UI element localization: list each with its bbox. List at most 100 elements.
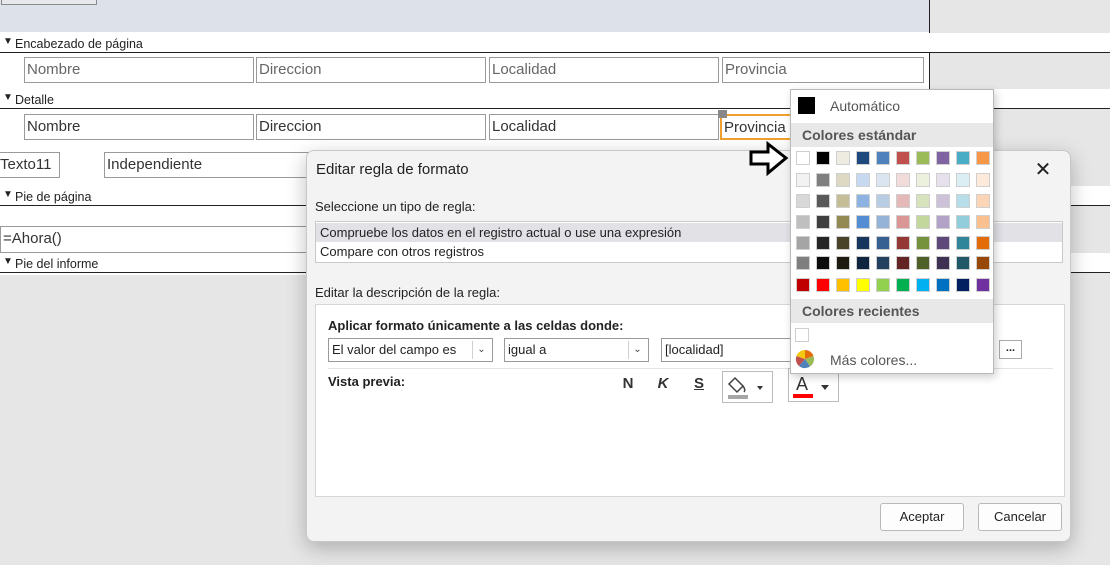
color-swatch[interactable]	[796, 194, 810, 208]
color-swatch[interactable]	[796, 256, 810, 270]
report-header-control[interactable]	[1, 0, 97, 5]
texto11-label[interactable]: Texto11	[0, 152, 60, 178]
standard-color-swatch[interactable]	[796, 278, 810, 292]
header-field-direccion[interactable]: Direccion	[256, 57, 486, 83]
detail-field-provincia-selected[interactable]: Provincia	[720, 114, 795, 140]
color-swatch[interactable]	[936, 173, 950, 187]
color-swatch[interactable]	[916, 151, 930, 165]
standard-color-swatch[interactable]	[896, 278, 910, 292]
color-swatch[interactable]	[836, 173, 850, 187]
color-swatch[interactable]	[836, 194, 850, 208]
color-swatch[interactable]	[856, 173, 870, 187]
color-swatch[interactable]	[956, 215, 970, 229]
more-colors-option[interactable]: Más colores...	[830, 352, 917, 368]
color-swatch[interactable]	[916, 215, 930, 229]
color-swatch[interactable]	[896, 151, 910, 165]
underline-button[interactable]: S	[690, 375, 708, 392]
color-swatch[interactable]	[876, 194, 890, 208]
standard-color-swatch[interactable]	[976, 278, 990, 292]
color-swatch[interactable]	[876, 215, 890, 229]
color-swatch[interactable]	[816, 173, 830, 187]
color-swatch[interactable]	[956, 173, 970, 187]
header-field-provincia[interactable]: Provincia	[722, 57, 924, 83]
color-swatch[interactable]	[896, 256, 910, 270]
color-swatch[interactable]	[836, 236, 850, 250]
detail-field-localidad[interactable]: Localidad	[489, 114, 719, 140]
condition-value-input[interactable]: [localidad]	[661, 338, 801, 362]
italic-button[interactable]: K	[654, 375, 672, 392]
color-swatch[interactable]	[896, 194, 910, 208]
color-swatch[interactable]	[976, 236, 990, 250]
color-swatch[interactable]	[876, 151, 890, 165]
condition-field-select[interactable]: El valor del campo es ⌄	[328, 338, 493, 362]
color-swatch[interactable]	[916, 173, 930, 187]
color-swatch[interactable]	[916, 256, 930, 270]
color-swatch[interactable]	[856, 215, 870, 229]
color-swatch[interactable]	[956, 236, 970, 250]
color-swatch[interactable]	[916, 194, 930, 208]
standard-color-swatch[interactable]	[936, 278, 950, 292]
color-swatch[interactable]	[876, 173, 890, 187]
color-swatch[interactable]	[796, 236, 810, 250]
color-swatch[interactable]	[956, 194, 970, 208]
color-swatch[interactable]	[916, 236, 930, 250]
color-swatch[interactable]	[896, 173, 910, 187]
now-expression-field[interactable]: =Ahora()	[0, 226, 310, 253]
color-swatch[interactable]	[896, 215, 910, 229]
standard-color-swatch[interactable]	[816, 278, 830, 292]
color-swatch[interactable]	[976, 173, 990, 187]
automatic-color-option[interactable]: Automático	[830, 98, 900, 114]
detail-field-nombre[interactable]: Nombre	[24, 114, 254, 140]
color-swatch[interactable]	[796, 173, 810, 187]
color-swatch[interactable]	[856, 256, 870, 270]
standard-color-swatch[interactable]	[836, 278, 850, 292]
expression-builder-button[interactable]: ...	[999, 340, 1022, 359]
color-swatch[interactable]	[816, 194, 830, 208]
color-swatch[interactable]	[856, 151, 870, 165]
color-swatch[interactable]	[836, 151, 850, 165]
standard-color-swatch[interactable]	[876, 278, 890, 292]
header-field-nombre[interactable]: Nombre	[24, 57, 254, 83]
color-swatch[interactable]	[836, 215, 850, 229]
bold-button[interactable]: N	[619, 375, 637, 392]
color-swatch[interactable]	[936, 256, 950, 270]
color-swatch[interactable]	[976, 256, 990, 270]
close-icon[interactable]: ✕	[1026, 157, 1060, 183]
color-swatch[interactable]	[856, 194, 870, 208]
color-swatch[interactable]	[976, 194, 990, 208]
color-swatch[interactable]	[936, 236, 950, 250]
color-swatch[interactable]	[956, 151, 970, 165]
standard-color-swatch[interactable]	[956, 278, 970, 292]
color-swatch[interactable]	[816, 256, 830, 270]
selection-handle[interactable]	[718, 110, 727, 118]
color-swatch[interactable]	[796, 215, 810, 229]
recent-color-swatch[interactable]	[795, 328, 809, 342]
condition-operator-select[interactable]: igual a ⌄	[504, 338, 649, 362]
header-field-localidad[interactable]: Localidad	[489, 57, 719, 83]
color-swatch[interactable]	[816, 236, 830, 250]
color-swatch[interactable]	[836, 256, 850, 270]
color-swatch[interactable]	[796, 151, 810, 165]
automatic-color-swatch[interactable]	[798, 97, 815, 114]
fill-color-button[interactable]	[722, 371, 773, 403]
accept-button[interactable]: Aceptar	[880, 503, 964, 531]
color-swatch[interactable]	[936, 215, 950, 229]
color-swatch[interactable]	[876, 236, 890, 250]
color-swatch[interactable]	[936, 194, 950, 208]
chevron-down-icon[interactable]: ⌄	[628, 341, 646, 359]
chevron-down-icon[interactable]: ⌄	[472, 341, 490, 359]
color-swatch[interactable]	[936, 151, 950, 165]
color-swatch[interactable]	[956, 256, 970, 270]
color-swatch[interactable]	[976, 151, 990, 165]
color-swatch[interactable]	[816, 215, 830, 229]
cancel-button[interactable]: Cancelar	[978, 503, 1062, 531]
detail-field-direccion[interactable]: Direccion	[256, 114, 486, 140]
color-swatch[interactable]	[876, 256, 890, 270]
section-page-header[interactable]: ▼ Encabezado de página	[0, 33, 1110, 53]
standard-color-swatch[interactable]	[916, 278, 930, 292]
color-swatch[interactable]	[856, 236, 870, 250]
standard-color-swatch[interactable]	[856, 278, 870, 292]
color-swatch[interactable]	[896, 236, 910, 250]
color-swatch[interactable]	[976, 215, 990, 229]
color-swatch[interactable]	[816, 151, 830, 165]
